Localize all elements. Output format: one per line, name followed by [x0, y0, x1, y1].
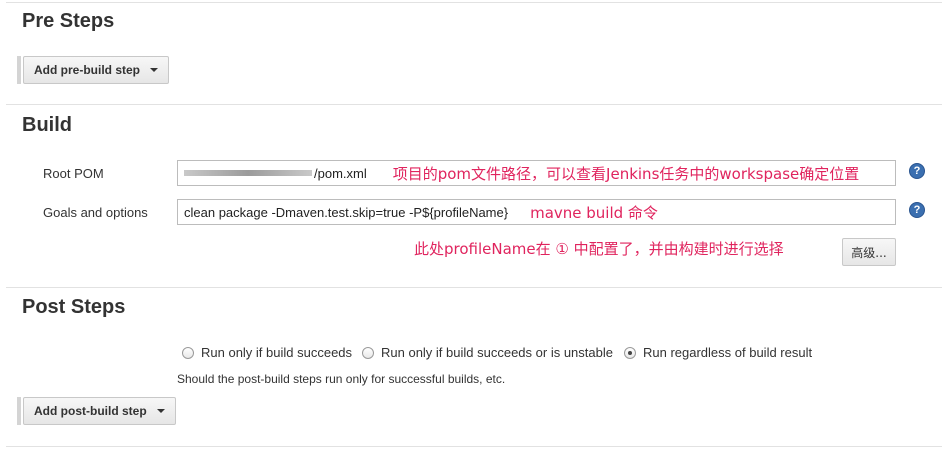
goals-annotation: mavne build 命令 [530, 203, 658, 222]
section-divider [6, 2, 942, 3]
caret-down-icon [156, 409, 165, 413]
radio-succeeds-or-unstable[interactable] [362, 347, 374, 359]
build-config-page: Pre Steps Add pre-build step Build Root … [6, 0, 942, 450]
section-divider [6, 104, 942, 105]
profile-annotation: 此处profileName在 ① 中配置了，并由构建时进行选择 [414, 240, 784, 258]
post-steps-hint: Should the post-build steps run only for… [177, 372, 506, 386]
add-post-build-step-button[interactable]: Add post-build step [23, 397, 176, 425]
add-post-build-step-label: Add post-build step [34, 404, 147, 418]
help-icon[interactable]: ? [909, 202, 925, 218]
section-divider [6, 446, 942, 447]
radio-label: Run only if build succeeds or is unstabl… [381, 345, 613, 360]
redacted-path [184, 170, 312, 176]
pre-steps-title: Pre Steps [22, 10, 115, 32]
help-icon[interactable]: ? [909, 163, 925, 179]
radio-regardless[interactable] [624, 347, 636, 359]
goals-field[interactable]: clean package -Dmaven.test.skip=true -P$… [177, 199, 896, 225]
root-pom-value: /pom.xml [314, 165, 367, 181]
build-title: Build [22, 114, 72, 136]
goals-label: Goals and options [43, 205, 148, 220]
drag-handle [17, 56, 21, 84]
section-divider [6, 287, 942, 288]
add-pre-build-step-button[interactable]: Add pre-build step [23, 56, 169, 84]
caret-down-icon [150, 68, 158, 72]
radio-label: Run regardless of build result [643, 345, 813, 360]
drag-handle [17, 397, 21, 425]
post-steps-title: Post Steps [22, 296, 126, 318]
radio-build-succeeds[interactable] [182, 347, 194, 359]
advanced-button[interactable]: 高级... [842, 238, 896, 266]
goals-value: clean package -Dmaven.test.skip=true -P$… [184, 204, 509, 220]
add-pre-build-step-label: Add pre-build step [34, 63, 140, 77]
root-pom-annotation: 项目的pom文件路径，可以查看Jenkins任务中的workspase确定位置 [392, 164, 860, 183]
root-pom-field[interactable]: /pom.xml 项目的pom文件路径，可以查看Jenkins任务中的works… [177, 160, 896, 186]
root-pom-label: Root POM [43, 166, 104, 181]
radio-label: Run only if build succeeds [201, 345, 353, 360]
